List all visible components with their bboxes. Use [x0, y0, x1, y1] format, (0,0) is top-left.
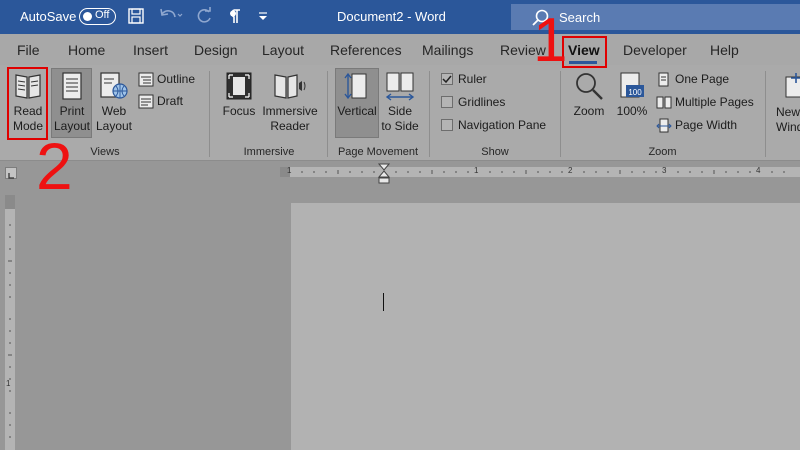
immersive-reader-label: Immersive Reader — [262, 104, 318, 133]
page-icon — [62, 72, 82, 100]
group-separator — [209, 71, 210, 157]
ruler-label: Ruler — [458, 72, 487, 86]
draft-icon — [138, 94, 154, 109]
ribbon: Read Mode Print Layout Web Layout Outline D… — [0, 65, 800, 161]
customize-toolbar-icon[interactable] — [256, 6, 278, 28]
vertical-ruler-margin — [5, 195, 15, 209]
horizontal-ruler[interactable]: 1 1 2 3 4 — [287, 166, 800, 177]
tab-stop-icon — [8, 173, 14, 179]
ruler-label-left: 1 — [287, 166, 292, 175]
group-separator — [560, 71, 561, 157]
gridlines-label: Gridlines — [458, 95, 506, 109]
tab-help[interactable]: Help — [710, 42, 739, 58]
pilcrow-icon[interactable] — [228, 6, 250, 28]
ruler-label-3: 3 — [662, 166, 667, 175]
gridlines-checkbox[interactable] — [441, 96, 453, 108]
zoom-label: Zoom — [573, 104, 605, 118]
tab-file[interactable]: File — [17, 42, 40, 58]
autosave-label: AutoSave — [20, 9, 77, 24]
multiple-pages-label: Multiple Pages — [675, 95, 754, 109]
step-2-marker: 2 — [36, 129, 73, 203]
zoom-button[interactable]: Zoom — [570, 71, 608, 119]
text-cursor — [383, 293, 384, 311]
document-page[interactable] — [291, 203, 800, 450]
navigation-pane-label: Navigation Pane — [458, 118, 547, 132]
focus-label: Focus — [222, 104, 256, 118]
side-to-side-button[interactable]: Side to Side — [380, 71, 420, 134]
vruler-label-1: 1 — [6, 379, 11, 388]
ruler-label-4: 4 — [756, 166, 761, 175]
zoom-100-icon: 100 — [620, 72, 644, 98]
tab-home[interactable]: Home — [68, 42, 105, 58]
multiple-pages-icon — [656, 96, 672, 109]
immersive-reader-button[interactable]: Immersive Reader — [261, 71, 319, 134]
title-bar: AutoSave Off Document2 - Word Search — [0, 0, 800, 34]
vertical-button[interactable]: Vertical — [336, 71, 378, 119]
show-group-label: Show — [481, 146, 509, 158]
autosave-toggle[interactable]: Off — [79, 8, 116, 25]
svg-text:100: 100 — [628, 88, 642, 97]
tab-developer[interactable]: Developer — [623, 42, 687, 58]
group-separator — [327, 71, 328, 157]
redo-icon[interactable] — [194, 6, 216, 28]
print-layout-button[interactable]: Print Layout — [52, 71, 92, 134]
globe-page-icon — [100, 72, 128, 99]
views-group-label: Views — [90, 146, 120, 158]
tab-design[interactable]: Design — [194, 42, 238, 58]
group-separator — [429, 71, 430, 157]
one-page-icon — [658, 72, 669, 87]
ruler-ticks — [301, 170, 785, 174]
outline-label: Outline — [157, 72, 196, 86]
web-layout-label: Web Layout — [95, 104, 133, 133]
vertical-ruler[interactable]: 1 — [5, 195, 15, 450]
new-window-button[interactable]: NewWindow — [776, 71, 800, 141]
ribbon-tabs: File Home Insert Design Layout Reference… — [0, 34, 800, 65]
magnifier-icon — [576, 73, 603, 100]
highlight-view-tab — [562, 36, 607, 68]
vertical-label: Vertical — [337, 104, 377, 118]
one-page-label: One Page — [675, 72, 730, 86]
zoom-100-label: 100% — [616, 104, 648, 118]
tab-insert[interactable]: Insert — [133, 42, 168, 58]
toggle-knob — [83, 11, 92, 21]
vertical-ruler-ticks — [8, 224, 12, 438]
outline-icon — [138, 72, 154, 87]
vertical-scroll-icon — [344, 72, 367, 100]
page-width-label: Page Width — [675, 118, 738, 132]
tab-references[interactable]: References — [330, 42, 402, 58]
autosave-state: Off — [95, 9, 110, 21]
undo-icon[interactable] — [157, 6, 183, 28]
ruler-label-2: 2 — [568, 166, 573, 175]
tab-selector[interactable] — [5, 167, 17, 179]
focus-button[interactable]: Focus — [219, 71, 259, 119]
document-title: Document2 - Word — [337, 9, 446, 24]
web-layout-button[interactable]: Web Layout — [94, 71, 134, 134]
ruler-label-1: 1 — [474, 166, 479, 175]
draft-label: Draft — [157, 94, 184, 108]
page-width-icon — [656, 118, 672, 133]
new-window-icon — [785, 73, 800, 98]
new-window-label: NewWindow — [776, 105, 800, 134]
group-separator — [765, 71, 766, 157]
indent-markers[interactable] — [378, 163, 390, 185]
navigation-pane-checkbox[interactable] — [441, 119, 453, 131]
side-to-side-icon — [385, 72, 415, 101]
focus-icon — [226, 72, 252, 100]
immersive-reader-icon — [274, 74, 306, 99]
page-movement-group-label: Page Movement — [337, 146, 419, 158]
ruler-checkbox[interactable] — [441, 73, 453, 85]
zoom-100-button[interactable]: 100 100% — [613, 71, 651, 119]
tab-mailings[interactable]: Mailings — [422, 42, 473, 58]
save-icon[interactable] — [126, 6, 148, 28]
checkmark-icon — [442, 75, 452, 84]
step-1-marker: 1 — [533, 6, 568, 75]
tab-layout[interactable]: Layout — [262, 42, 304, 58]
side-to-side-label: Side to Side — [381, 104, 419, 133]
immersive-group-label: Immersive — [243, 146, 295, 158]
zoom-group-label: Zoom — [648, 146, 677, 158]
